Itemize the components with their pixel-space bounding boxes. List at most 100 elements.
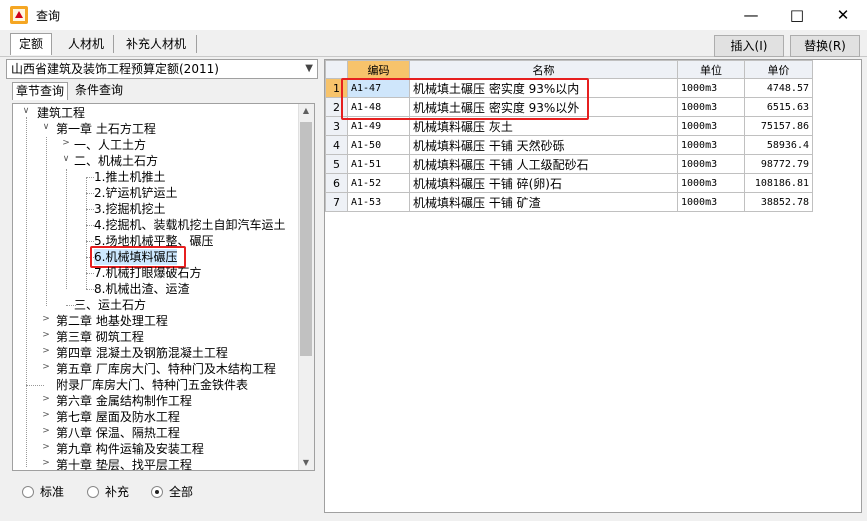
cell-price[interactable]: 58936.4: [744, 135, 813, 155]
row-number: 4: [325, 135, 348, 155]
tree-node-item[interactable]: 7.机械打眼爆破石方: [94, 265, 201, 281]
chevron-right-icon[interactable]: >: [41, 426, 51, 436]
tree-node-section-2[interactable]: 二、机械土石方: [74, 153, 158, 169]
tree-node-item[interactable]: 1.推土机推土: [94, 169, 165, 185]
chevron-down-icon[interactable]: ∨: [61, 154, 71, 164]
tree-scrollbar-thumb[interactable]: [300, 122, 312, 356]
tree-node-item[interactable]: 3.挖掘机挖土: [94, 201, 165, 217]
chevron-down-icon[interactable]: ∨: [41, 122, 51, 132]
chevron-right-icon[interactable]: >: [41, 410, 51, 420]
radio-label: 全部: [169, 485, 194, 499]
tab-condition-search[interactable]: 条件查询: [72, 82, 126, 100]
row-number: 7: [325, 192, 348, 212]
tree-line: [86, 177, 94, 178]
cell-name[interactable]: 机械填料碾压 干铺 天然砂砾: [409, 135, 678, 155]
chevron-right-icon[interactable]: >: [41, 346, 51, 356]
cell-unit[interactable]: 1000m3: [677, 192, 745, 212]
column-header-name[interactable]: 名称: [409, 60, 678, 79]
tree-node-chapter[interactable]: 第九章 构件运输及安装工程: [56, 441, 204, 457]
table-row[interactable]: 7 A1-53 机械填料碾压 干铺 矿渣 1000m3 38852.78: [325, 192, 813, 212]
radio-all[interactable]: 全部: [151, 483, 193, 500]
insert-button[interactable]: 插入(I): [714, 35, 784, 57]
radio-standard[interactable]: 标准: [22, 483, 64, 500]
column-header-price[interactable]: 单价: [744, 60, 813, 79]
cell-name[interactable]: 机械填料碾压 干铺 矿渣: [409, 192, 678, 212]
scroll-down-icon[interactable]: ▼: [298, 458, 314, 467]
cell-price[interactable]: 6515.63: [744, 97, 813, 117]
tab-chapter-search[interactable]: 章节查询: [12, 82, 69, 100]
annotation-highlight: [341, 78, 589, 120]
table-row[interactable]: 5 A1-51 机械填料碾压 干铺 人工级配砂石 1000m3 98772.79: [325, 154, 813, 174]
chevron-right-icon[interactable]: >: [41, 314, 51, 324]
quota-set-value: 山西省建筑及装饰工程预算定额(2011): [11, 62, 219, 76]
tree-line: [66, 169, 67, 289]
title-bar: 查询 — □ ✕: [0, 0, 867, 30]
tree-node-chapter[interactable]: 第四章 混凝土及钢筋混凝土工程: [56, 345, 228, 361]
cell-price[interactable]: 98772.79: [744, 154, 813, 174]
tree-node-chapter-1[interactable]: 第一章 土石方工程: [56, 121, 156, 137]
tree-node-item[interactable]: 4.挖掘机、装载机挖土自卸汽车运土: [94, 217, 285, 233]
tab-separator: [113, 35, 114, 53]
tree-line: [86, 289, 94, 290]
tree-line: [26, 385, 44, 386]
tree-node-chapter[interactable]: 第八章 保温、隔热工程: [56, 425, 180, 441]
tree-node-chapter[interactable]: 第十章 垫层、找平层工程: [56, 457, 192, 470]
tree-node-chapter[interactable]: 第六章 金属结构制作工程: [56, 393, 192, 409]
cell-name[interactable]: 机械填料碾压 干铺 人工级配砂石: [409, 154, 678, 174]
tab-quota[interactable]: 定额: [10, 33, 53, 55]
tree-node-chapter[interactable]: 第七章 屋面及防水工程: [56, 409, 180, 425]
tree-node-chapter[interactable]: 第五章 厂库房大门、特种门及木结构工程: [56, 361, 276, 377]
cell-code[interactable]: A1-52: [347, 173, 410, 193]
cell-price[interactable]: 75157.86: [744, 116, 813, 136]
chapter-tree[interactable]: ∨ 建筑工程 ∨ 第一章 土石方工程 > 一、人工土方 ∨ 二、机械土石方 1.…: [12, 103, 315, 471]
cell-code[interactable]: A1-53: [347, 192, 410, 212]
radio-supplementary[interactable]: 补充: [87, 483, 129, 500]
cell-price[interactable]: 38852.78: [744, 192, 813, 212]
cell-unit[interactable]: 1000m3: [677, 173, 745, 193]
radio-icon[interactable]: [87, 485, 99, 498]
tree-node-section-1[interactable]: 一、人工土方: [74, 137, 146, 153]
row-number: 6: [325, 173, 348, 193]
cell-price[interactable]: 4748.57: [744, 78, 813, 98]
close-icon[interactable]: ✕: [820, 0, 866, 30]
cell-name[interactable]: 机械填料碾压 干铺 碎(卵)石: [409, 173, 678, 193]
tree-node-section-3[interactable]: 三、运土石方: [74, 297, 146, 313]
cell-unit[interactable]: 1000m3: [677, 97, 745, 117]
cell-unit[interactable]: 1000m3: [677, 78, 745, 98]
chevron-right-icon[interactable]: >: [41, 362, 51, 372]
tree-node-item[interactable]: 8.机械出渣、运渣: [94, 281, 189, 297]
tree-node-item[interactable]: 2.铲运机铲运土: [94, 185, 177, 201]
cell-unit[interactable]: 1000m3: [677, 154, 745, 174]
quota-set-select[interactable]: 山西省建筑及装饰工程预算定额(2011) ▼: [6, 59, 318, 79]
maximize-icon[interactable]: □: [774, 0, 820, 30]
chevron-right-icon[interactable]: >: [41, 330, 51, 340]
cell-code[interactable]: A1-51: [347, 154, 410, 174]
tree-line: [46, 137, 47, 306]
cell-price[interactable]: 108186.81: [744, 173, 813, 193]
minimize-icon[interactable]: —: [728, 0, 774, 30]
tab-labor-material-machine[interactable]: 人材机: [59, 33, 113, 55]
table-row[interactable]: 4 A1-50 机械填料碾压 干铺 天然砂砾 1000m3 58936.4: [325, 135, 813, 155]
chevron-down-icon[interactable]: ∨: [21, 106, 31, 116]
chevron-right-icon[interactable]: >: [41, 394, 51, 404]
chevron-right-icon[interactable]: >: [41, 442, 51, 452]
tree-node-chapter[interactable]: 第三章 砌筑工程: [56, 329, 144, 345]
tree-node-chapter[interactable]: 第二章 地基处理工程: [56, 313, 168, 329]
replace-button[interactable]: 替换(R): [790, 35, 860, 57]
tree-line: [86, 193, 94, 194]
chevron-right-icon[interactable]: >: [41, 458, 51, 468]
tab-supplementary[interactable]: 补充人材机: [117, 33, 195, 55]
tree-node-chapter[interactable]: 附录厂库房大门、特种门五金铁件表: [56, 377, 248, 393]
radio-checked-icon[interactable]: [151, 485, 163, 498]
tree-node-root[interactable]: 建筑工程: [37, 105, 85, 121]
chevron-right-icon[interactable]: >: [61, 138, 71, 148]
table-row[interactable]: 6 A1-52 机械填料碾压 干铺 碎(卵)石 1000m3 108186.81: [325, 173, 813, 193]
cell-code[interactable]: A1-50: [347, 135, 410, 155]
scroll-up-icon[interactable]: ▲: [298, 106, 314, 115]
column-header-unit[interactable]: 单位: [677, 60, 745, 79]
column-header-code[interactable]: 编码: [347, 60, 410, 79]
cell-unit[interactable]: 1000m3: [677, 116, 745, 136]
cell-unit[interactable]: 1000m3: [677, 135, 745, 155]
radio-icon[interactable]: [22, 485, 34, 498]
chevron-down-icon[interactable]: ▼: [305, 60, 313, 78]
